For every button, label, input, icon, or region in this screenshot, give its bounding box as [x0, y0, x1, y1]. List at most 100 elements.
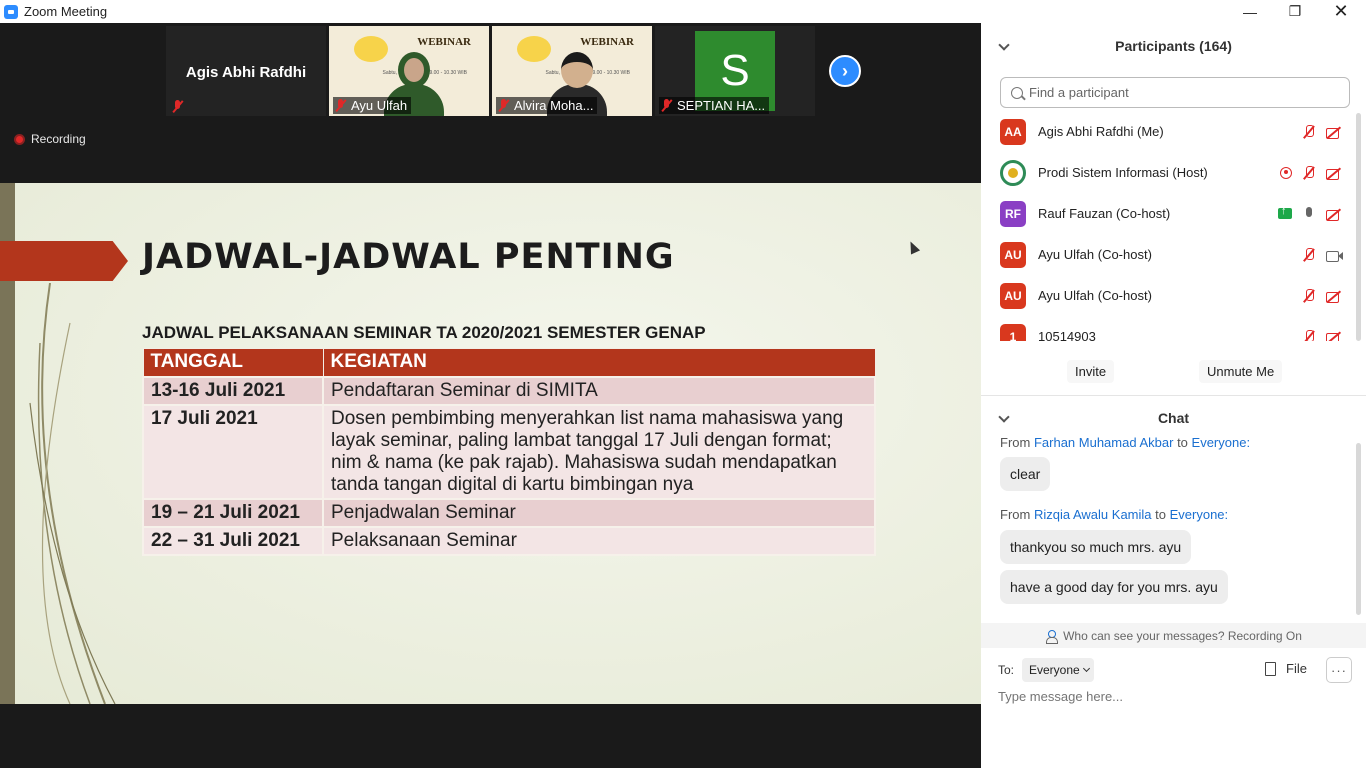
- file-icon: [1265, 661, 1276, 676]
- recording-icon: [1280, 166, 1292, 179]
- recording-label: Recording: [31, 132, 86, 146]
- column-header: KEGIATAN: [322, 348, 876, 377]
- chat-message-group: From Rizqia Awalu Kamila to Everyone: th…: [981, 507, 1353, 604]
- mic-muted-icon[interactable]: [1302, 165, 1316, 180]
- video-off-icon[interactable]: [1326, 207, 1343, 221]
- video-off-icon[interactable]: [1326, 166, 1343, 180]
- participant-name: Rauf Fauzan (Co-host): [1038, 206, 1171, 221]
- column-header: TANGGAL: [142, 348, 324, 377]
- table-row: 17 Juli 2021 Dosen pembimbing menyerahka…: [142, 403, 876, 500]
- participant-row[interactable]: Prodi Sistem Informasi (Host): [981, 152, 1353, 193]
- participant-row[interactable]: AU Ayu Ulfah (Co-host): [981, 275, 1353, 316]
- participant-row[interactable]: 1 10514903: [981, 316, 1353, 341]
- participant-list[interactable]: AA Agis Abhi Rafdhi (Me) Prodi Sistem In…: [981, 111, 1353, 341]
- to-label: To:: [998, 663, 1015, 677]
- avatar: AU: [1000, 241, 1026, 268]
- participant-row[interactable]: AU Ayu Ulfah (Co-host): [981, 234, 1353, 275]
- table-cell-date: 13-16 Juli 2021: [142, 375, 324, 406]
- thumbnail-label: Alvira Moha...: [496, 97, 598, 114]
- message-visibility-notice[interactable]: Who can see your messages? Recording On: [981, 623, 1366, 648]
- participants-title: Participants (164): [1115, 38, 1232, 54]
- recording-indicator[interactable]: Recording: [14, 132, 86, 146]
- next-page-button[interactable]: ›: [829, 55, 861, 87]
- person-icon: [1045, 629, 1059, 644]
- video-thumbnail[interactable]: WEBINAR Sabtu, 10 Juli 2021 09.00 - 10.3…: [492, 26, 652, 116]
- video-off-icon[interactable]: [1326, 289, 1343, 303]
- search-icon: [1011, 86, 1023, 99]
- speech-bubble-graphic: [517, 36, 551, 62]
- chat-bubble: clear: [1000, 457, 1051, 491]
- participant-row[interactable]: AA Agis Abhi Rafdhi (Me): [981, 111, 1353, 152]
- mic-muted-icon[interactable]: [1302, 124, 1316, 139]
- participant-name: Ayu Ulfah (Co-host): [1038, 288, 1152, 303]
- participant-scrollbar[interactable]: [1356, 113, 1361, 341]
- avatar: RF: [1000, 200, 1026, 227]
- message-header: From Farhan Muhamad Akbar to Everyone:: [1000, 435, 1251, 450]
- chat-bubble: thankyou so much mrs. ayu: [1000, 530, 1192, 564]
- invite-button[interactable]: Invite: [1067, 360, 1115, 383]
- close-button[interactable]: ✕: [1318, 0, 1364, 23]
- speech-bubble-graphic: [354, 36, 388, 62]
- participant-search-input[interactable]: Find a participant: [1000, 77, 1350, 108]
- participant-name: Prodi Sistem Informasi (Host): [1038, 165, 1208, 180]
- mic-muted-icon: [498, 99, 510, 112]
- mic-muted-icon[interactable]: [1302, 288, 1316, 303]
- minimize-button[interactable]: —: [1227, 0, 1273, 23]
- file-label: File: [1286, 661, 1307, 676]
- chat-message-group: From Farhan Muhamad Akbar to Everyone: c…: [981, 435, 1353, 491]
- chevron-right-icon: ›: [842, 60, 848, 81]
- thumbnail-label: [170, 99, 188, 114]
- message-header: From Rizqia Awalu Kamila to Everyone:: [1000, 507, 1229, 522]
- chat-message-input[interactable]: [998, 689, 1338, 704]
- mic-icon[interactable]: [1302, 206, 1316, 221]
- table-header-row: TANGGAL KEGIATAN: [142, 348, 876, 377]
- zoom-app-icon: [4, 4, 18, 19]
- mic-muted-icon[interactable]: [1302, 247, 1316, 262]
- mic-muted-icon[interactable]: [1302, 329, 1316, 341]
- mic-muted-icon: [661, 99, 673, 112]
- schedule-table: TANGGAL KEGIATAN 13-16 Juli 2021 Pendaft…: [142, 348, 876, 556]
- thumbnail-label: SEPTIAN HA...: [659, 97, 770, 114]
- sender-name[interactable]: Rizqia Awalu Kamila: [1034, 507, 1152, 522]
- file-button[interactable]: File: [1265, 661, 1307, 676]
- screen-share-icon: [1278, 205, 1292, 219]
- video-thumbnail[interactable]: WEBINAR Sabtu, 10 Juli 2021 09.00 - 10.3…: [329, 26, 489, 116]
- unmute-me-button[interactable]: Unmute Me: [1199, 360, 1283, 383]
- video-off-icon[interactable]: [1326, 330, 1343, 341]
- chat-messages[interactable]: From Farhan Muhamad Akbar to Everyone: c…: [981, 435, 1353, 621]
- participant-name: Ayu Ulfah (Co-host): [1038, 247, 1152, 262]
- window-title: Zoom Meeting: [24, 4, 108, 19]
- recipient-value: Everyone: [1029, 663, 1080, 677]
- table-cell-activity: Pelaksanaan Seminar: [322, 525, 876, 556]
- meeting-stage: Agis Abhi Rafdhi WEBINAR Sabtu, 10 Juli …: [0, 23, 981, 768]
- record-icon: [14, 133, 25, 145]
- participant-name: 10514903: [1038, 329, 1096, 341]
- search-placeholder: Find a participant: [1029, 85, 1129, 100]
- restore-button[interactable]: ❐: [1272, 0, 1318, 23]
- shared-screen-slide: JADWAL-JADWAL PENTING JADWAL PELAKSANAAN…: [0, 183, 981, 704]
- side-panel: Participants (164) Find a participant AA…: [981, 23, 1366, 768]
- mic-muted-icon: [172, 100, 184, 113]
- sender-name[interactable]: Farhan Muhamad Akbar: [1034, 435, 1173, 450]
- participant-row[interactable]: RF Rauf Fauzan (Co-host): [981, 193, 1353, 234]
- table-row: 22 – 31 Juli 2021 Pelaksanaan Seminar: [142, 525, 876, 556]
- video-thumbnail[interactable]: Agis Abhi Rafdhi: [166, 26, 326, 116]
- recipient-name: Everyone:: [1191, 435, 1251, 450]
- divider: [981, 395, 1366, 396]
- more-options-button[interactable]: ···: [1326, 657, 1352, 683]
- video-thumbnail-strip: Agis Abhi Rafdhi WEBINAR Sabtu, 10 Juli …: [166, 26, 815, 116]
- video-thumbnail[interactable]: S SEPTIAN HA...: [655, 26, 815, 116]
- recipient-select[interactable]: Everyone: [1022, 658, 1094, 682]
- table-cell-activity: Pendaftaran Seminar di SIMITA: [322, 375, 876, 406]
- table-cell-date: 22 – 31 Juli 2021: [142, 525, 324, 556]
- video-off-icon[interactable]: [1326, 125, 1343, 139]
- participant-name: Alvira Moha...: [514, 98, 594, 113]
- chat-scrollbar[interactable]: [1356, 443, 1361, 615]
- chat-bubble: have a good day for you mrs. ayu: [1000, 570, 1228, 604]
- avatar: [1000, 159, 1026, 186]
- avatar: AU: [1000, 282, 1026, 309]
- participant-name: Ayu Ulfah: [351, 98, 408, 113]
- chat-title: Chat: [1157, 410, 1190, 426]
- title-bar: Zoom Meeting — ❐ ✕: [0, 0, 1366, 23]
- video-on-icon[interactable]: [1326, 248, 1343, 262]
